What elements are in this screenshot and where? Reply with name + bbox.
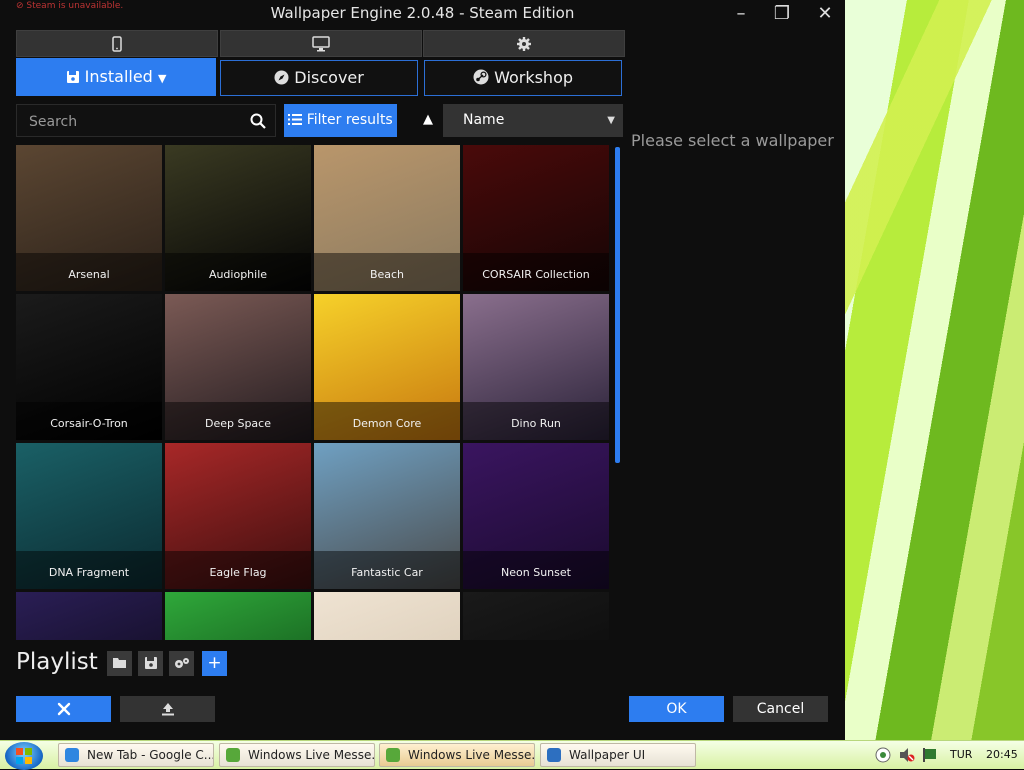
playlist-label: Playlist (16, 649, 98, 675)
wallpaper-tile[interactable] (165, 592, 311, 640)
app-icon (65, 748, 79, 762)
steam-icon (473, 69, 489, 85)
taskbar-item-label: Windows Live Messe... (408, 748, 535, 762)
wallpaper-title: Audiophile (165, 253, 311, 291)
search-icon[interactable] (250, 113, 266, 129)
start-button[interactable] (5, 742, 43, 770)
tab-discover-label: Discover (294, 68, 364, 87)
tab-settings[interactable] (423, 30, 625, 57)
taskbar-item[interactable]: New Tab - Google C... (58, 743, 214, 767)
desktop-wallpaper (845, 0, 1024, 740)
ok-button[interactable]: OK (629, 696, 724, 722)
select-wallpaper-placeholder: Please select a wallpaper (631, 131, 834, 150)
wallpaper-tile[interactable]: DNA Fragment (16, 443, 162, 589)
windows-logo-icon (5, 748, 43, 764)
wallpaper-tile[interactable]: CORSAIR Collection (463, 145, 609, 291)
wallpaper-tile[interactable] (463, 592, 609, 640)
chevron-down-icon: ▼ (157, 72, 167, 85)
grid-scrollbar[interactable] (615, 147, 620, 463)
wallpaper-tile[interactable]: Audiophile (165, 145, 311, 291)
search-input[interactable] (17, 105, 251, 138)
editor-button[interactable] (16, 696, 111, 722)
wallpaper-tile[interactable]: Beach (314, 145, 460, 291)
compass-icon (274, 70, 289, 85)
monitor-icon (221, 36, 421, 52)
taskbar-item-label: New Tab - Google C... (87, 748, 214, 762)
playlist-settings-button[interactable] (169, 651, 194, 676)
filter-results-button[interactable]: Filter results (284, 104, 397, 137)
maximize-button[interactable]: ❐ (767, 3, 797, 24)
gear-icon (424, 36, 624, 52)
sort-select-value: Name (463, 112, 505, 128)
wallpaper-title: Demon Core (314, 402, 460, 440)
phone-icon (17, 36, 217, 52)
sort-select[interactable]: Name ▼ (443, 104, 623, 137)
tab-installed[interactable]: Installed ▼ (16, 58, 216, 96)
gears-icon (169, 657, 194, 669)
wallpaper-tile[interactable]: Neon Sunset (463, 443, 609, 589)
wallpaper-tile[interactable] (314, 592, 460, 640)
caret-up-icon: ▲ (423, 112, 433, 127)
clock[interactable]: 20:45 (986, 748, 1018, 761)
app-icon (226, 748, 240, 762)
taskbar-item[interactable]: Wallpaper UI (540, 743, 696, 767)
taskbar-item-label: Windows Live Messe... (248, 748, 375, 762)
tab-workshop[interactable]: Workshop (424, 60, 622, 96)
language-indicator[interactable]: TUR (950, 748, 972, 761)
save-icon (138, 657, 163, 669)
wallpaper-tile[interactable]: Deep Space (165, 294, 311, 440)
filter-results-label: Filter results (306, 112, 393, 128)
wallpaper-tile[interactable]: Fantastic Car (314, 443, 460, 589)
wallpaper-engine-window: ⊘ Steam is unavailable. Wallpaper Engine… (0, 0, 845, 740)
playlist-save-button[interactable] (138, 651, 163, 676)
flag-icon[interactable] (922, 747, 938, 763)
tab-desktop[interactable] (220, 30, 422, 57)
search-box (16, 104, 276, 138)
window-title: Wallpaper Engine 2.0.48 - Steam Edition (270, 4, 575, 22)
playlist-open-button[interactable] (107, 651, 132, 676)
playlist-add-button[interactable]: + (202, 651, 227, 676)
close-button[interactable]: ✕ (810, 3, 840, 24)
taskbar-item[interactable]: Windows Live Messe... (219, 743, 375, 767)
taskbar: New Tab - Google C... Windows Live Messe.… (0, 740, 1024, 770)
wallpaper-tile[interactable] (16, 592, 162, 640)
upload-icon (120, 702, 215, 716)
wallpaper-title: Dino Run (463, 402, 609, 440)
app-icon (547, 748, 561, 762)
app-icon (386, 748, 400, 762)
wallpaper-title: DNA Fragment (16, 551, 162, 589)
sort-direction-button[interactable]: ▲ (418, 110, 438, 130)
taskbar-item[interactable]: Windows Live Messe... (379, 743, 535, 767)
wallpaper-title: Beach (314, 253, 460, 291)
cancel-button[interactable]: Cancel (733, 696, 828, 722)
tab-workshop-label: Workshop (494, 68, 574, 87)
filter-list-icon (288, 113, 303, 126)
folder-open-icon (107, 657, 132, 669)
wallpaper-tile[interactable]: Demon Core (314, 294, 460, 440)
taskbar-item-label: Wallpaper UI (569, 748, 646, 762)
wallpaper-title: Fantastic Car (314, 551, 460, 589)
wallpaper-title: Eagle Flag (165, 551, 311, 589)
wallpaper-title: CORSAIR Collection (463, 253, 609, 291)
tab-discover[interactable]: Discover (220, 60, 418, 96)
wallpaper-title: Deep Space (165, 402, 311, 440)
wallpaper-title: Arsenal (16, 253, 162, 291)
tools-icon (16, 702, 111, 716)
volume-muted-icon[interactable] (899, 747, 915, 763)
tab-installed-label: Installed (84, 67, 153, 86)
wallpaper-tile[interactable]: Corsair-O-Tron (16, 294, 162, 440)
wallpaper-grid: Arsenal Audiophile Beach CORSAIR Collection… (16, 145, 611, 640)
minimize-button[interactable]: – (726, 3, 756, 24)
chevron-down-icon: ▼ (607, 115, 615, 126)
upload-button[interactable] (120, 696, 215, 722)
wallpaper-tile[interactable]: Dino Run (463, 294, 609, 440)
network-icon[interactable] (875, 747, 891, 763)
save-icon (66, 70, 80, 84)
wallpaper-title: Corsair-O-Tron (16, 402, 162, 440)
tab-mobile[interactable] (16, 30, 218, 57)
plus-icon: + (207, 653, 222, 673)
wallpaper-tile[interactable]: Eagle Flag (165, 443, 311, 589)
wallpaper-tile[interactable]: Arsenal (16, 145, 162, 291)
wallpaper-title: Neon Sunset (463, 551, 609, 589)
